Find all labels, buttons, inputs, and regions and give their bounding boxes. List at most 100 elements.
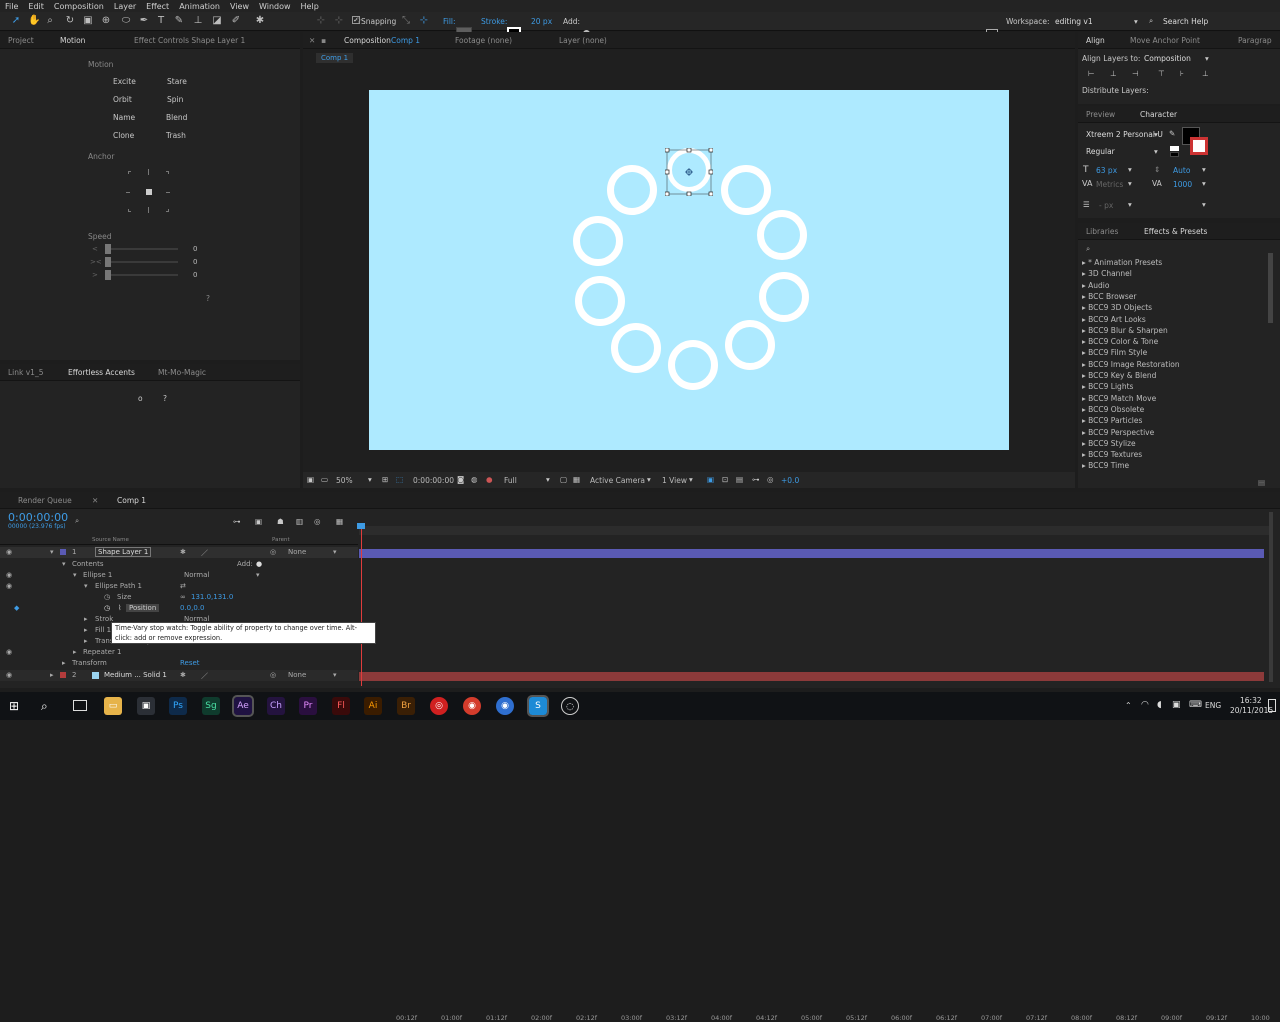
snap-feature-icon[interactable]: ⊹ [418,15,430,27]
add-shape-icon[interactable]: ● [256,560,262,568]
view-layout-dropdown[interactable]: 1 View [662,476,687,485]
chevron-down-icon[interactable]: ▾ [647,475,651,484]
slider-handle[interactable] [105,244,111,254]
shy-switch-icon[interactable]: ✱ [180,671,186,679]
font-style-dropdown[interactable]: Regular [1086,147,1115,156]
after-effects-icon[interactable]: Ae [232,695,254,717]
new-folder-icon[interactable]: ▤ [1258,478,1265,487]
close-icon[interactable]: ✕ [92,496,98,505]
name-button[interactable]: Name [113,113,135,122]
align-right-icon[interactable]: ⊣ [1132,69,1139,78]
tab-align[interactable]: Align [1086,36,1105,45]
chevron-down-icon[interactable]: ▾ [1154,147,1158,156]
layer-name[interactable]: Shape Layer 1 [95,547,152,557]
ellipse-group-row[interactable]: ◉ ▾ Ellipse 1 Normal ▾ [0,570,358,581]
label-color-swatch[interactable] [60,549,66,555]
exposure-icon[interactable]: ◎ [767,475,774,484]
effect-category-item[interactable]: ▸ BCC9 Film Style [1082,348,1147,357]
photoshop-icon[interactable]: Ps [169,697,187,715]
layer-name[interactable]: Medium ... Solid 1 [104,671,167,679]
chevron-right-icon[interactable]: ▸ [84,637,88,645]
tab-libraries[interactable]: Libraries [1086,227,1118,236]
current-time-indicator[interactable] [361,526,362,686]
size-value[interactable]: 131.0,131.0 [191,593,233,601]
align-left-icon[interactable]: ⊢ [1088,69,1095,78]
type-tool-icon[interactable]: T [155,15,167,27]
menu-edit[interactable]: Edit [23,2,49,11]
menu-layer[interactable]: Layer [109,2,141,11]
circle-shape[interactable] [611,323,661,373]
premiere-icon[interactable]: Pr [299,697,317,715]
puppet-tool-icon[interactable]: ✱ [254,15,266,27]
axis-world-icon[interactable]: ⊹ [333,15,345,27]
bridge-icon[interactable]: Br [397,697,415,715]
stopwatch-icon[interactable]: ◷ [104,604,110,612]
anchor-bottom-left-icon[interactable] [128,209,131,212]
shy-layers-icon[interactable]: ☗ [277,517,284,526]
repeater-row[interactable]: ◉ ▸ Repeater 1 [0,647,358,658]
effect-category-item[interactable]: ▸ * Animation Presets [1082,258,1162,267]
anchor-bottom-right-icon[interactable] [166,209,169,212]
effect-category-item[interactable]: ▸ BCC9 Color & Tone [1082,337,1158,346]
size-row[interactable]: ◷ Size ∞ 131.0,131.0 [0,592,358,603]
chevron-down-icon[interactable]: ▾ [1202,179,1206,188]
resolution-dropdown[interactable]: Full [504,476,517,485]
parent-dropdown[interactable]: None [288,671,306,679]
effect-category-item[interactable]: ▸ 3D Channel [1082,269,1132,278]
snap-options-icon[interactable]: ⤡ [400,15,412,27]
time-ruler[interactable] [359,526,1271,535]
close-icon[interactable]: ✕ [309,36,315,45]
effect-category-item[interactable]: ▸ BCC Browser [1082,292,1136,301]
chevron-down-icon[interactable]: ▾ [1202,200,1206,209]
mask-visibility-icon[interactable]: ⬚ [396,475,403,484]
tab-render-queue[interactable]: Render Queue [18,496,72,505]
circle-shape[interactable] [721,165,771,215]
effect-category-item[interactable]: ▸ BCC9 Perspective [1082,428,1154,437]
search-icon[interactable]: ⌕ [75,516,79,526]
motion-blur-icon[interactable]: ◎ [314,517,321,526]
font-size-value[interactable]: 63 px [1096,166,1117,175]
anchor-left-icon[interactable] [126,192,130,193]
graph-editor-icon[interactable]: ▦ [336,517,343,526]
workspace-dropdown[interactable]: editing v1 [1055,17,1093,26]
circle-shape[interactable] [757,210,807,260]
speedgrade-icon[interactable]: Sg [202,697,220,715]
exposure-value[interactable]: +0.0 [781,476,799,485]
lock-icon[interactable]: ▪ [321,36,326,45]
anchor-right-icon[interactable] [166,192,170,193]
tab-effect-controls[interactable]: Effect Controls Shape Layer 1 [134,36,245,45]
chevron-right-icon[interactable]: ▸ [84,615,88,623]
circle-shape[interactable] [725,320,775,370]
timeline-track-area[interactable]: ◆ [357,509,1271,688]
chevron-down-icon[interactable]: ▾ [1202,165,1206,174]
search-icon[interactable]: ⌕ [41,699,48,714]
anchor-top-right-icon[interactable] [166,171,169,174]
parent-pickwhip-icon[interactable]: ◎ [270,548,276,556]
tab-effects-presets[interactable]: Effects & Presets [1144,227,1207,236]
snapping-checkbox[interactable]: ✓ [352,16,360,24]
chevron-right-icon[interactable]: ▸ [50,671,54,679]
chevron-down-icon[interactable]: ▾ [62,560,66,568]
windows-start-icon[interactable]: ⊞ [9,699,19,713]
illustrator-icon[interactable]: Ai [364,697,382,715]
ellipse-path-row[interactable]: ◉ ▾ Ellipse Path 1 ⇄ [0,581,358,592]
flowchart-icon[interactable]: ⊶ [752,475,760,484]
constrain-proportions-icon[interactable]: ∞ [180,593,186,601]
excite-button[interactable]: Excite [113,77,136,86]
chevron-down-icon[interactable]: ▾ [333,548,337,556]
zoom-dropdown[interactable]: 50% [336,476,353,485]
current-time[interactable]: 0:00:00:00 [413,476,454,485]
effect-category-item[interactable]: ▸ BCC9 Time [1082,461,1129,470]
visibility-eye-icon[interactable]: ◉ [6,648,12,656]
effect-category-item[interactable]: ▸ BCC9 Image Restoration [1082,360,1180,369]
tab-paragraph[interactable]: Paragrap [1238,36,1272,45]
font-family-dropdown[interactable]: Xtreem 2 Personal U [1086,130,1163,139]
chevron-down-icon[interactable]: ▾ [1134,17,1138,26]
align-top-icon[interactable]: ⊤ [1158,69,1165,78]
skype-icon[interactable]: S [527,695,549,717]
leading-value[interactable]: Auto [1173,166,1190,175]
search-help-input[interactable]: Search Help [1163,17,1208,26]
stroke-label[interactable]: Stroke: [481,17,507,26]
anchor-top-left-icon[interactable] [128,171,131,174]
rotate-tool-icon[interactable]: ↻ [64,15,76,27]
